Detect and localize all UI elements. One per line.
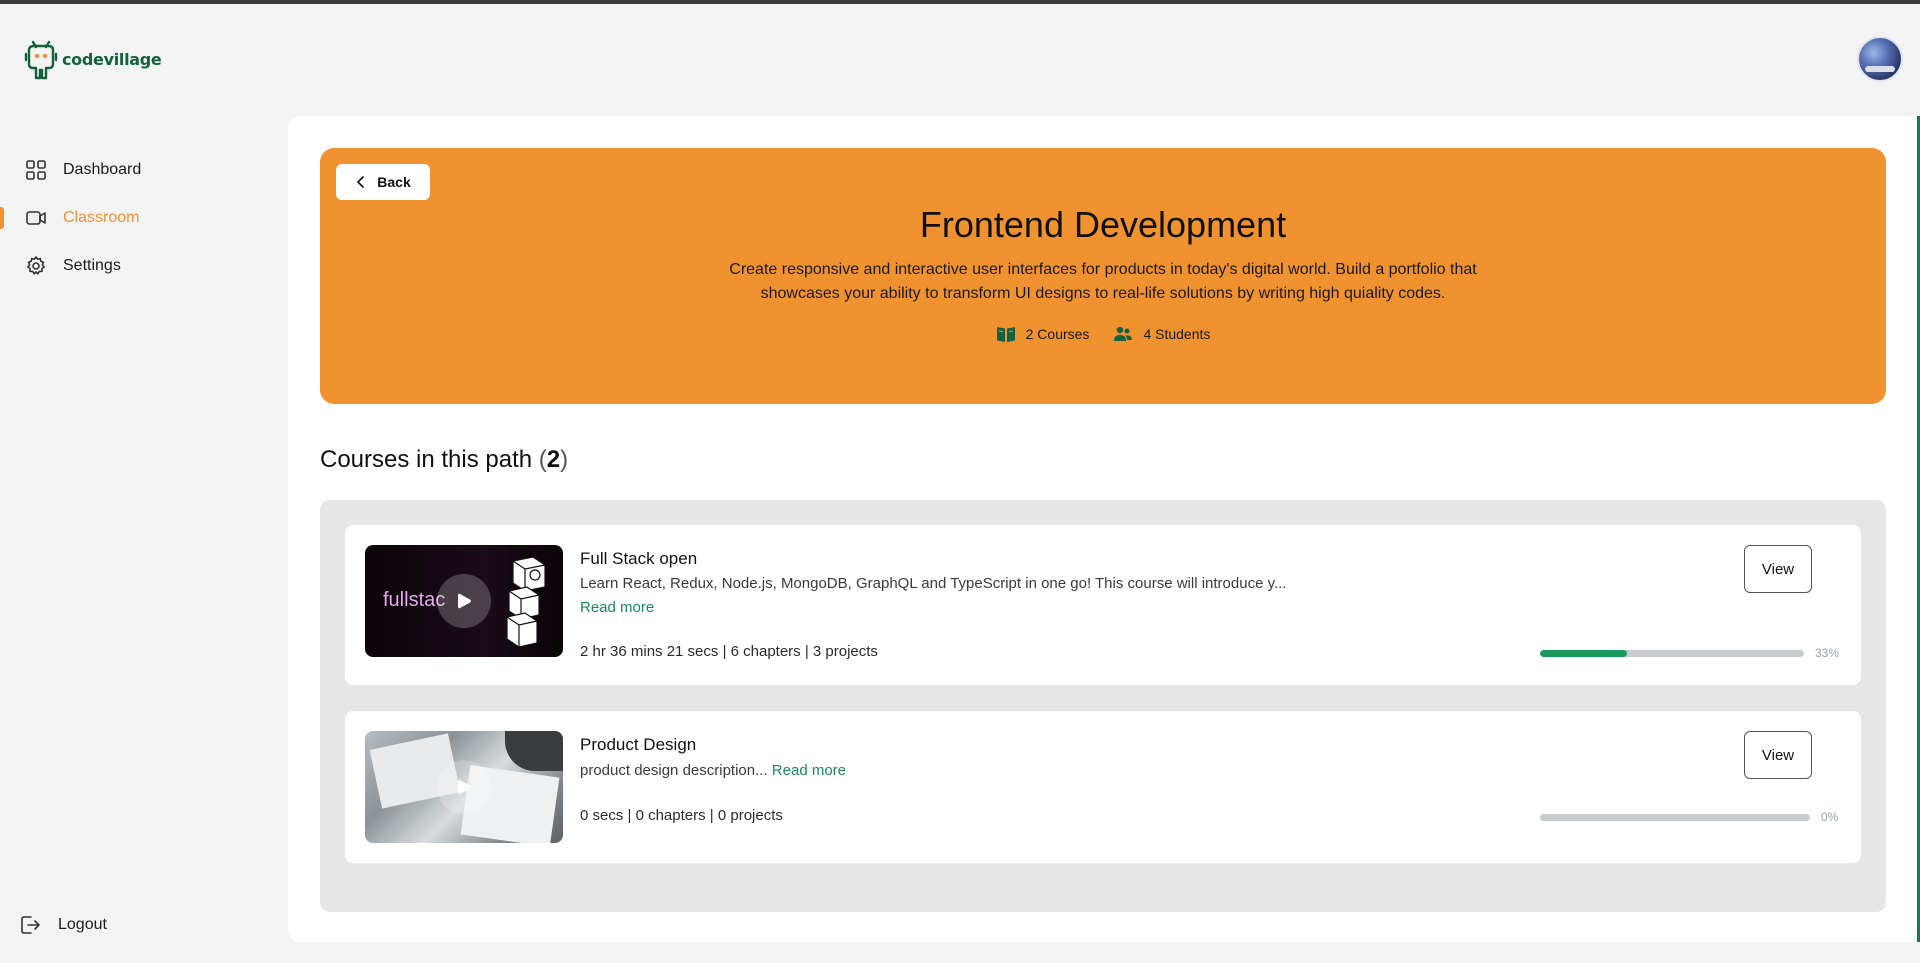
sidebar-nav: Dashboard Classroom Settings	[0, 146, 280, 290]
sidebar-item-label: Classroom	[63, 209, 140, 226]
page-title: Frontend Development	[919, 204, 1287, 245]
gear-icon	[27, 256, 45, 275]
video-icon	[26, 211, 46, 225]
progress-percent: 33%	[1815, 646, 1840, 660]
play-button[interactable]	[437, 574, 491, 628]
courses-list: fullstac Full Stack open Learn React, Re…	[320, 500, 1886, 912]
students-stat: 4 Students	[1113, 324, 1210, 344]
sidebar-item-label: Settings	[63, 257, 121, 274]
back-label: Back	[377, 174, 411, 190]
course-title: Full Stack open	[580, 549, 698, 568]
logout-button[interactable]: Logout	[18, 913, 107, 937]
course-description: Learn React, Redux, Node.js, MongoDB, Gr…	[580, 575, 1287, 592]
course-progress-bar	[1540, 814, 1810, 821]
logout-icon	[21, 916, 40, 934]
course-meta: 0 secs | 0 chapters | 0 projects	[580, 807, 783, 824]
top-strip	[0, 0, 1920, 4]
cubes-illustration-icon	[506, 557, 546, 647]
course-thumbnail[interactable]	[365, 731, 563, 843]
course-title: Product Design	[580, 735, 697, 754]
section-count-open: (	[538, 446, 547, 473]
path-stats: 2 Courses 4 Students	[320, 324, 1886, 344]
sidebar-item-label: Dashboard	[63, 161, 142, 178]
course-card: fullstac Full Stack open Learn React, Re…	[345, 525, 1861, 685]
main-panel: Back Frontend Development Create respons…	[288, 116, 1920, 942]
course-thumbnail[interactable]: fullstac	[365, 545, 563, 657]
logo-mascot-icon	[24, 40, 58, 80]
section-count-close: )	[560, 446, 569, 473]
logout-label: Logout	[58, 916, 107, 933]
logo[interactable]: codevillage	[24, 38, 162, 80]
view-course-button[interactable]: View	[1744, 731, 1812, 779]
chevron-left-icon	[357, 176, 365, 188]
back-button[interactable]: Back	[336, 164, 430, 200]
read-more-link[interactable]: Read more	[772, 762, 846, 779]
section-title-text: Courses in this path	[320, 446, 533, 473]
play-icon	[458, 593, 471, 609]
path-description: Create responsive and interactive user i…	[729, 261, 1477, 302]
play-icon	[458, 779, 471, 795]
course-card: Product Design product design descriptio…	[345, 711, 1861, 863]
section-count: 2	[546, 446, 561, 473]
path-hero-banner: Back Frontend Development Create respons…	[320, 148, 1886, 404]
sidebar-item-classroom[interactable]: Classroom	[0, 194, 280, 242]
grid-icon	[26, 160, 46, 180]
students-count: 4 Students	[1143, 326, 1211, 342]
courses-count: 2 Courses	[1025, 326, 1090, 342]
read-more-link[interactable]: Read more	[580, 599, 654, 616]
logo-text: codevillage	[62, 49, 162, 69]
users-icon	[1114, 326, 1133, 341]
courses-stat: 2 Courses	[996, 324, 1090, 344]
book-icon	[996, 327, 1015, 342]
sidebar-item-settings[interactable]: Settings	[0, 242, 280, 290]
section-title: Courses in this path (2)	[320, 446, 568, 474]
course-description: product design description...	[580, 762, 768, 779]
course-meta: 2 hr 36 mins 21 secs | 6 chapters | 3 pr…	[580, 643, 878, 660]
progress-fill	[1540, 650, 1628, 657]
view-course-button[interactable]: View	[1744, 545, 1812, 593]
user-avatar[interactable]	[1857, 36, 1903, 82]
progress-percent: 0%	[1821, 810, 1839, 824]
course-description-row: product design description... Read more	[580, 762, 846, 779]
sidebar-item-dashboard[interactable]: Dashboard	[0, 146, 280, 194]
course-progress-bar	[1540, 650, 1804, 657]
thumbnail-text: fullstac	[383, 589, 446, 611]
play-button[interactable]	[437, 760, 491, 814]
